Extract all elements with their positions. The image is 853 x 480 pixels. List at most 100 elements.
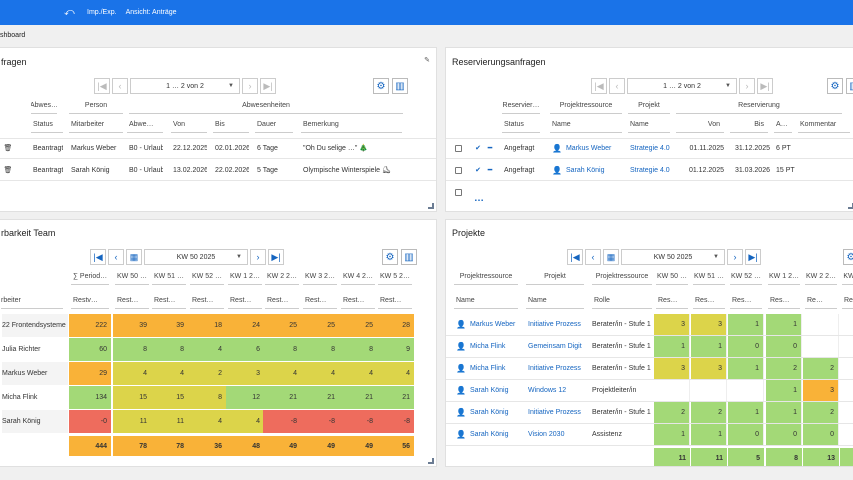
column-header[interactable]: KW 52 … bbox=[190, 269, 224, 285]
row-checkbox[interactable] bbox=[452, 183, 464, 201]
employee-name[interactable]: Sarah König bbox=[2, 410, 68, 433]
resource-name[interactable]: 👤 Markus Weber bbox=[456, 314, 522, 335]
next-page-button[interactable]: › bbox=[242, 78, 258, 94]
column-header[interactable]: Res… bbox=[693, 293, 725, 309]
column-header[interactable]: Res… bbox=[656, 293, 688, 309]
project-name[interactable]: Windows 12 bbox=[528, 380, 586, 401]
first-week-button[interactable]: |◀ bbox=[567, 249, 583, 265]
project-name[interactable]: Vision 2030 bbox=[528, 424, 586, 445]
approve-check-icon[interactable]: ✔ bbox=[472, 161, 484, 179]
column-header[interactable]: Rest… bbox=[115, 293, 149, 309]
column-header[interactable]: Rest… bbox=[378, 293, 412, 309]
import-export-link[interactable]: Imp./Exp. bbox=[87, 9, 117, 16]
first-week-button[interactable]: |◀ bbox=[90, 249, 106, 265]
resource-name[interactable]: 👤 Sarah König bbox=[456, 402, 522, 423]
resource-name-text[interactable]: Sarah König bbox=[566, 167, 605, 174]
column-header[interactable]: Name bbox=[454, 293, 518, 309]
column-header[interactable]: Von bbox=[676, 117, 724, 133]
checkbox[interactable] bbox=[454, 166, 462, 174]
settings-gear-icon[interactable]: ⚙ bbox=[382, 249, 398, 265]
checkbox[interactable] bbox=[454, 188, 462, 196]
undo-icon[interactable]: ⤺ bbox=[64, 7, 78, 18]
column-header[interactable]: Abwe… bbox=[127, 117, 163, 133]
column-header[interactable]: KW 50 … bbox=[115, 269, 149, 285]
project-name[interactable]: Initiative Prozess bbox=[528, 314, 586, 335]
employee-name[interactable]: Micha Flink bbox=[2, 386, 68, 409]
week-select[interactable]: KW 50 2025 ▼ bbox=[144, 249, 248, 265]
resource-name-text[interactable]: Micha Flink bbox=[470, 365, 505, 372]
project-name[interactable]: Strategie 4.0 bbox=[630, 139, 674, 157]
page-select[interactable]: 1 … 2 von 2 ▼ bbox=[130, 78, 240, 94]
resource-name-text[interactable]: Sarah König bbox=[470, 409, 509, 416]
column-header[interactable]: KW 2 2… bbox=[265, 269, 299, 285]
resource-name[interactable]: 👤 Micha Flink bbox=[456, 336, 522, 357]
prev-week-button[interactable]: ‹ bbox=[585, 249, 601, 265]
settings-gear-icon[interactable]: ⚙ bbox=[373, 78, 389, 94]
column-header[interactable]: Rolle bbox=[592, 293, 652, 309]
resize-handle[interactable] bbox=[428, 203, 434, 209]
column-header[interactable]: KW 3 2… bbox=[303, 269, 337, 285]
last-week-button[interactable]: ▶| bbox=[745, 249, 761, 265]
first-page-button[interactable]: |◀ bbox=[94, 78, 110, 94]
column-header[interactable]: Status bbox=[31, 117, 63, 133]
resource-name-text[interactable]: Sarah König bbox=[470, 387, 509, 394]
next-week-button[interactable]: › bbox=[250, 249, 266, 265]
column-header[interactable]: ∑ Period… bbox=[71, 269, 109, 285]
calendar-icon[interactable]: ▦ bbox=[126, 249, 142, 265]
column-header[interactable]: Name bbox=[628, 117, 670, 133]
last-page-button[interactable]: ▶| bbox=[757, 78, 773, 94]
column-header[interactable]: Bis bbox=[730, 117, 768, 133]
column-header[interactable]: Kommentar bbox=[798, 117, 850, 133]
week-select[interactable]: KW 50 2025 ▼ bbox=[621, 249, 725, 265]
column-header[interactable]: Rest… bbox=[341, 293, 375, 309]
resize-handle[interactable] bbox=[428, 458, 434, 464]
resource-name[interactable]: 👤 Sarah König bbox=[456, 424, 522, 445]
resource-name[interactable]: 👤 Markus Weber bbox=[552, 139, 626, 157]
calendar-icon[interactable]: ▦ bbox=[603, 249, 619, 265]
settings-gear-icon[interactable]: ⚙ bbox=[827, 78, 843, 94]
resource-name-text[interactable]: Markus Weber bbox=[566, 145, 611, 152]
column-header[interactable]: Bis bbox=[213, 117, 249, 133]
view-requests-link[interactable]: Ansicht: Anträge bbox=[126, 9, 177, 16]
column-header[interactable]: Dauer bbox=[255, 117, 293, 133]
trash-icon[interactable]: 🗑 bbox=[1, 139, 15, 157]
column-header[interactable]: Rest… bbox=[228, 293, 262, 309]
resize-handle[interactable] bbox=[848, 203, 853, 209]
project-name[interactable]: Strategie 4.0 bbox=[630, 161, 674, 179]
column-header[interactable]: Mitarbeiter bbox=[69, 117, 123, 133]
page-select[interactable]: 1 … 2 von 2 ▼ bbox=[627, 78, 737, 94]
column-header[interactable]: Res… bbox=[768, 293, 800, 309]
last-page-button[interactable]: ▶| bbox=[260, 78, 276, 94]
reject-dash-icon[interactable]: ━ bbox=[484, 139, 496, 157]
column-header[interactable]: Res… bbox=[730, 293, 762, 309]
employee-name[interactable]: 22 Frontendsysteme bbox=[2, 314, 68, 337]
more-icon[interactable]: … bbox=[472, 191, 486, 205]
reject-dash-icon[interactable]: ━ bbox=[484, 161, 496, 179]
resource-name[interactable]: 👤 Micha Flink bbox=[456, 358, 522, 379]
columns-icon[interactable]: ▥ bbox=[846, 78, 853, 94]
breadcrumb[interactable]: shboard bbox=[0, 28, 25, 44]
column-header[interactable]: Von bbox=[171, 117, 207, 133]
columns-icon[interactable]: ▥ bbox=[392, 78, 408, 94]
trash-icon[interactable]: 🗑 bbox=[1, 161, 15, 179]
employee-name[interactable]: Julia Richter bbox=[2, 338, 68, 361]
column-header[interactable]: Rest… bbox=[190, 293, 224, 309]
column-header[interactable]: Restv… bbox=[71, 293, 109, 309]
column-header[interactable]: Name bbox=[550, 117, 622, 133]
resource-name[interactable]: 👤 Sarah König bbox=[552, 161, 626, 179]
project-name[interactable]: Gemeinsam Digit bbox=[528, 336, 586, 357]
column-header[interactable]: Rest… bbox=[152, 293, 186, 309]
resource-name-text[interactable]: Micha Flink bbox=[470, 343, 505, 350]
column-header[interactable]: KW 51 … bbox=[152, 269, 186, 285]
pin-icon[interactable]: ✎ bbox=[424, 56, 430, 64]
column-header[interactable]: Bemerkung bbox=[301, 117, 402, 133]
prev-week-button[interactable]: ‹ bbox=[108, 249, 124, 265]
prev-page-button[interactable]: ‹ bbox=[609, 78, 625, 94]
project-name[interactable]: Initiative Prozess bbox=[528, 358, 586, 379]
first-page-button[interactable]: |◀ bbox=[591, 78, 607, 94]
columns-icon[interactable]: ▥ bbox=[401, 249, 417, 265]
row-checkbox[interactable] bbox=[452, 139, 464, 157]
column-header[interactable]: Status bbox=[502, 117, 540, 133]
column-header[interactable]: KW 4 2… bbox=[341, 269, 375, 285]
column-header[interactable]: Rest… bbox=[265, 293, 299, 309]
